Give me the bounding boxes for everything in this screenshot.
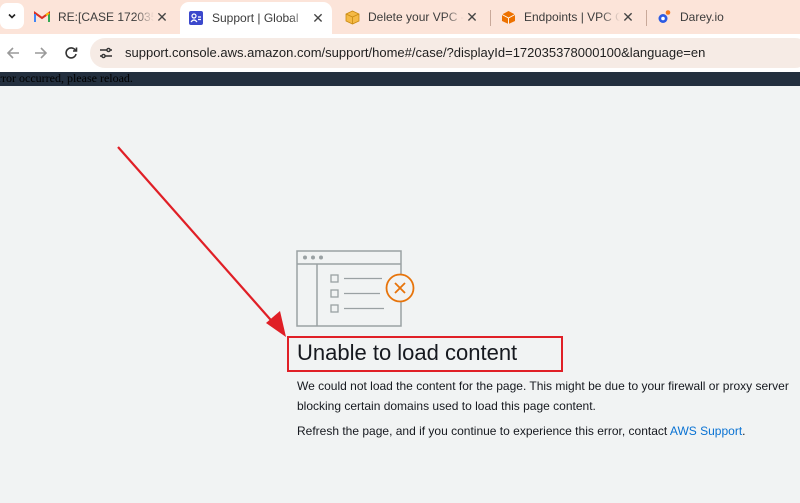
arrow-left-icon [6, 47, 19, 59]
close-icon[interactable]: ✕ [464, 9, 480, 25]
description-line: We could not load the content for the pa… [297, 379, 789, 393]
close-icon[interactable]: ✕ [620, 9, 636, 25]
close-icon[interactable]: ✕ [310, 10, 326, 26]
aws-support-link[interactable]: AWS Support [670, 424, 742, 438]
url-text: support.console.aws.amazon.com/support/h… [125, 45, 706, 60]
broken-page-illustration [296, 250, 415, 327]
tab-darey[interactable]: Darey.io [650, 3, 800, 31]
tab-title: Darey.io [680, 10, 724, 24]
browser-toolbar: support.console.aws.amazon.com/support/h… [0, 34, 800, 72]
error-x-icon [385, 273, 415, 303]
gmail-icon [34, 9, 50, 25]
back-button[interactable] [0, 40, 26, 66]
error-banner-text: rror occurred, please reload. [0, 71, 133, 85]
tab-endpoints-vpc[interactable]: Endpoints | VPC Console ✕ [494, 3, 642, 31]
chevron-down-icon [8, 13, 16, 19]
darey-icon [656, 9, 672, 25]
vpc-cube-icon [500, 9, 516, 25]
tab-title: Support | Global [212, 11, 299, 25]
address-bar[interactable]: support.console.aws.amazon.com/support/h… [90, 38, 800, 68]
forward-button[interactable] [28, 40, 54, 66]
tab-support-global[interactable]: Support | Global ✕ [180, 2, 332, 34]
tab-search-button[interactable] [0, 3, 24, 29]
tab-separator [490, 10, 491, 26]
refresh-instructions: Refresh the page, and if you continue to… [297, 421, 746, 441]
description-line: blocking certain domains used to load th… [297, 399, 596, 413]
reload-button[interactable] [58, 40, 84, 66]
tab-title: RE:[CASE 172035378000100] Delete [58, 10, 154, 24]
refresh-suffix: . [742, 424, 746, 438]
tab-gmail-case[interactable]: RE:[CASE 172035378000100] Delete ✕ [30, 3, 176, 31]
tab-title: Endpoints | VPC Console [524, 10, 620, 24]
error-description: We could not load the content for the pa… [297, 376, 789, 416]
reload-icon [65, 47, 78, 59]
docs-box-icon [344, 9, 360, 25]
refresh-text: Refresh the page, and if you continue to… [297, 424, 670, 438]
tab-delete-vpc[interactable]: Delete your VPC - Amazon Virtual ✕ [338, 3, 486, 31]
arrow-right-icon [35, 47, 48, 59]
tab-separator [646, 10, 647, 26]
close-icon[interactable]: ✕ [154, 9, 170, 25]
annotation-highlight-box [287, 336, 563, 372]
tab-strip: RE:[CASE 172035378000100] Delete ✕ Suppo… [0, 0, 800, 34]
tab-title: Delete your VPC - Amazon Virtual [368, 10, 464, 24]
site-settings-icon[interactable] [98, 45, 114, 61]
aws-support-icon [188, 10, 204, 26]
